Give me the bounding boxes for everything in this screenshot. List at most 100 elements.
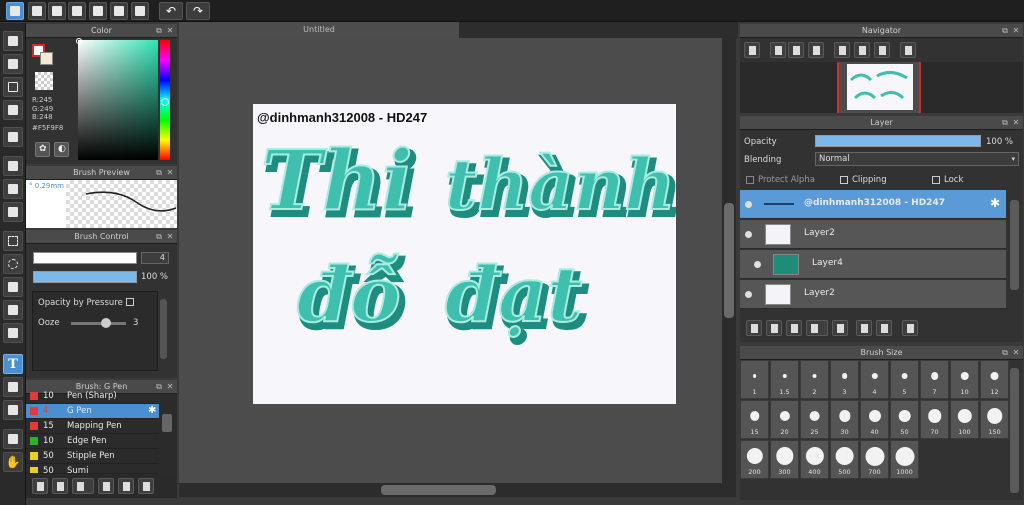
- ooze-slider-handle[interactable]: [101, 318, 111, 328]
- new-brush-button[interactable]: [52, 478, 68, 494]
- close-icon[interactable]: ✕: [166, 27, 174, 35]
- close-icon[interactable]: ✕: [166, 233, 174, 241]
- reset-view-button[interactable]: [854, 42, 870, 58]
- brush-size-input[interactable]: 4: [141, 252, 169, 264]
- select-tool[interactable]: [3, 231, 23, 251]
- duplicate-brush-button[interactable]: [138, 478, 154, 494]
- select-pen-tool[interactable]: [3, 300, 23, 320]
- pen-tool[interactable]: [3, 400, 23, 420]
- brush-size-preset[interactable]: 12: [980, 360, 1009, 399]
- brush-size-preset[interactable]: 1000: [890, 440, 919, 479]
- color-settings-button[interactable]: ◐: [54, 142, 69, 157]
- brush-size-preset[interactable]: 500: [830, 440, 859, 479]
- brush-list-scrollbar[interactable]: [162, 414, 172, 432]
- message-button[interactable]: [68, 2, 86, 20]
- layer-opacity-slider[interactable]: [815, 135, 981, 147]
- add-brush-button[interactable]: [32, 478, 48, 494]
- close-icon[interactable]: ✕: [166, 383, 174, 391]
- magic-wand-tool[interactable]: [3, 277, 23, 297]
- zoom-in-button[interactable]: [744, 42, 760, 58]
- navigator-preview[interactable]: [740, 62, 1023, 113]
- share-button[interactable]: [28, 2, 46, 20]
- delete-layer-button[interactable]: [902, 320, 918, 336]
- brush-size-preset[interactable]: 5: [890, 360, 919, 399]
- gear-icon[interactable]: ✱: [990, 196, 1000, 210]
- brush-size-preset[interactable]: 300: [770, 440, 799, 479]
- eyedropper-tool[interactable]: [3, 429, 23, 449]
- ooze-slider-track[interactable]: [71, 322, 126, 325]
- hand-tool[interactable]: ✋: [3, 452, 23, 472]
- brush-menu-button[interactable]: [72, 478, 94, 494]
- brush-size-preset[interactable]: 700: [860, 440, 889, 479]
- layer-row-text[interactable]: @dinhmanh312008 - HD247 ✱: [740, 190, 1006, 219]
- vertical-scroll-thumb[interactable]: [724, 203, 734, 318]
- layer-folder-button[interactable]: [832, 320, 848, 336]
- new-layer-3-button[interactable]: [786, 320, 802, 336]
- brush-size-slider[interactable]: [33, 252, 137, 264]
- brush-size-preset[interactable]: 1.5: [770, 360, 799, 399]
- document-tab[interactable]: Untitled: [179, 22, 459, 38]
- horizontal-scroll-thumb[interactable]: [381, 485, 496, 495]
- fill-rect-tool[interactable]: [3, 156, 23, 176]
- protect-alpha-checkbox[interactable]: [746, 176, 754, 184]
- comment-button[interactable]: [48, 2, 66, 20]
- app-menu-button[interactable]: [6, 2, 24, 20]
- brush-size-preset[interactable]: 20: [770, 400, 799, 439]
- brush-size-preset[interactable]: 15: [740, 400, 769, 439]
- close-icon[interactable]: ✕: [166, 169, 174, 177]
- lock-checkbox[interactable]: [932, 176, 940, 184]
- artboard[interactable]: Thi Thi thành thành đỗ đỗ đạt đạt @dinhm…: [253, 104, 682, 404]
- operation-tool[interactable]: [3, 377, 23, 397]
- brush-size-preset[interactable]: 1: [740, 360, 769, 399]
- brush-size-preset[interactable]: 150: [980, 400, 1009, 439]
- popout-icon[interactable]: ⧉: [155, 169, 163, 177]
- brush-item[interactable]: 50 Sumi: [26, 464, 159, 474]
- popout-icon[interactable]: ⧉: [1001, 119, 1009, 127]
- blending-select[interactable]: Normal ▾: [815, 152, 1019, 166]
- hue-handle[interactable]: [161, 98, 169, 106]
- zoom-in-2-button[interactable]: [770, 42, 786, 58]
- brush-size-preset[interactable]: 40: [860, 400, 889, 439]
- layer-row[interactable]: Layer2: [740, 220, 1006, 249]
- layer-row[interactable]: Layer4: [740, 250, 1006, 279]
- clipping-checkbox[interactable]: [840, 176, 848, 184]
- canvas-horizontal-scrollbar[interactable]: [179, 483, 736, 497]
- brush-size-preset[interactable]: 3: [830, 360, 859, 399]
- add-layer-menu-button[interactable]: [806, 320, 828, 336]
- brush-settings-button[interactable]: [98, 478, 114, 494]
- popout-icon[interactable]: ⧉: [155, 27, 163, 35]
- brush-size-preset[interactable]: 50: [890, 400, 919, 439]
- new-layer-2-button[interactable]: [766, 320, 782, 336]
- canvas-vertical-scrollbar[interactable]: [722, 38, 736, 483]
- line-tool[interactable]: [3, 100, 23, 120]
- close-icon[interactable]: ✕: [1012, 119, 1020, 127]
- brush-size-preset[interactable]: 400: [800, 440, 829, 479]
- eye-icon[interactable]: [745, 201, 752, 208]
- eye-icon[interactable]: [745, 291, 752, 298]
- brush-size-preset[interactable]: 100: [950, 400, 979, 439]
- grid-button[interactable]: [131, 2, 149, 20]
- brush-size-preset[interactable]: 4: [860, 360, 889, 399]
- undo-button[interactable]: ↶: [159, 2, 183, 20]
- document-button[interactable]: [89, 2, 107, 20]
- move-tool[interactable]: [3, 127, 23, 147]
- picker-cursor[interactable]: [76, 38, 82, 44]
- palette-button[interactable]: ✿: [35, 142, 50, 157]
- select-eraser-tool[interactable]: [3, 323, 23, 343]
- brush-item[interactable]: 10 Edge Pen: [26, 434, 159, 449]
- zoom-out-button[interactable]: [808, 42, 824, 58]
- popout-icon[interactable]: ⧉: [1001, 27, 1009, 35]
- popout-icon[interactable]: ⧉: [155, 233, 163, 241]
- opacity-by-pressure-checkbox[interactable]: [126, 298, 134, 306]
- close-icon[interactable]: ✕: [1012, 349, 1020, 357]
- rotate-left-button[interactable]: [834, 42, 850, 58]
- saturation-value-picker[interactable]: [78, 40, 158, 160]
- fit-button[interactable]: [788, 42, 804, 58]
- list-button[interactable]: [110, 2, 128, 20]
- gear-icon[interactable]: ✱: [148, 405, 156, 416]
- bucket-tool[interactable]: [3, 179, 23, 199]
- eye-icon[interactable]: [745, 231, 752, 238]
- merge-layer-button[interactable]: [876, 320, 892, 336]
- lasso-tool[interactable]: [3, 254, 23, 274]
- dot-tool[interactable]: [3, 77, 23, 97]
